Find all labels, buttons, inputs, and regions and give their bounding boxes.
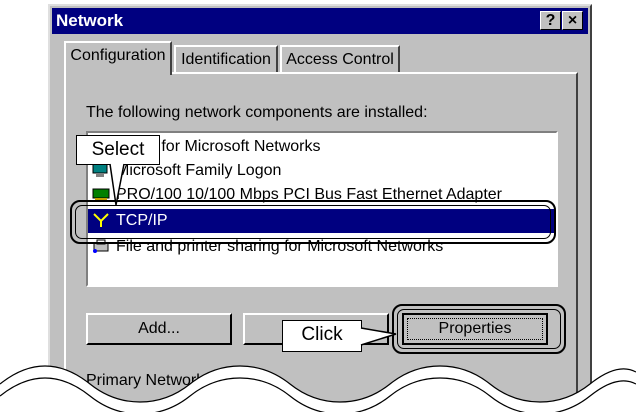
torn-edge: [0, 366, 636, 412]
annotation-overlay: [0, 163, 636, 412]
select-pointer: [109, 163, 125, 206]
click-pointer: [360, 327, 397, 346]
